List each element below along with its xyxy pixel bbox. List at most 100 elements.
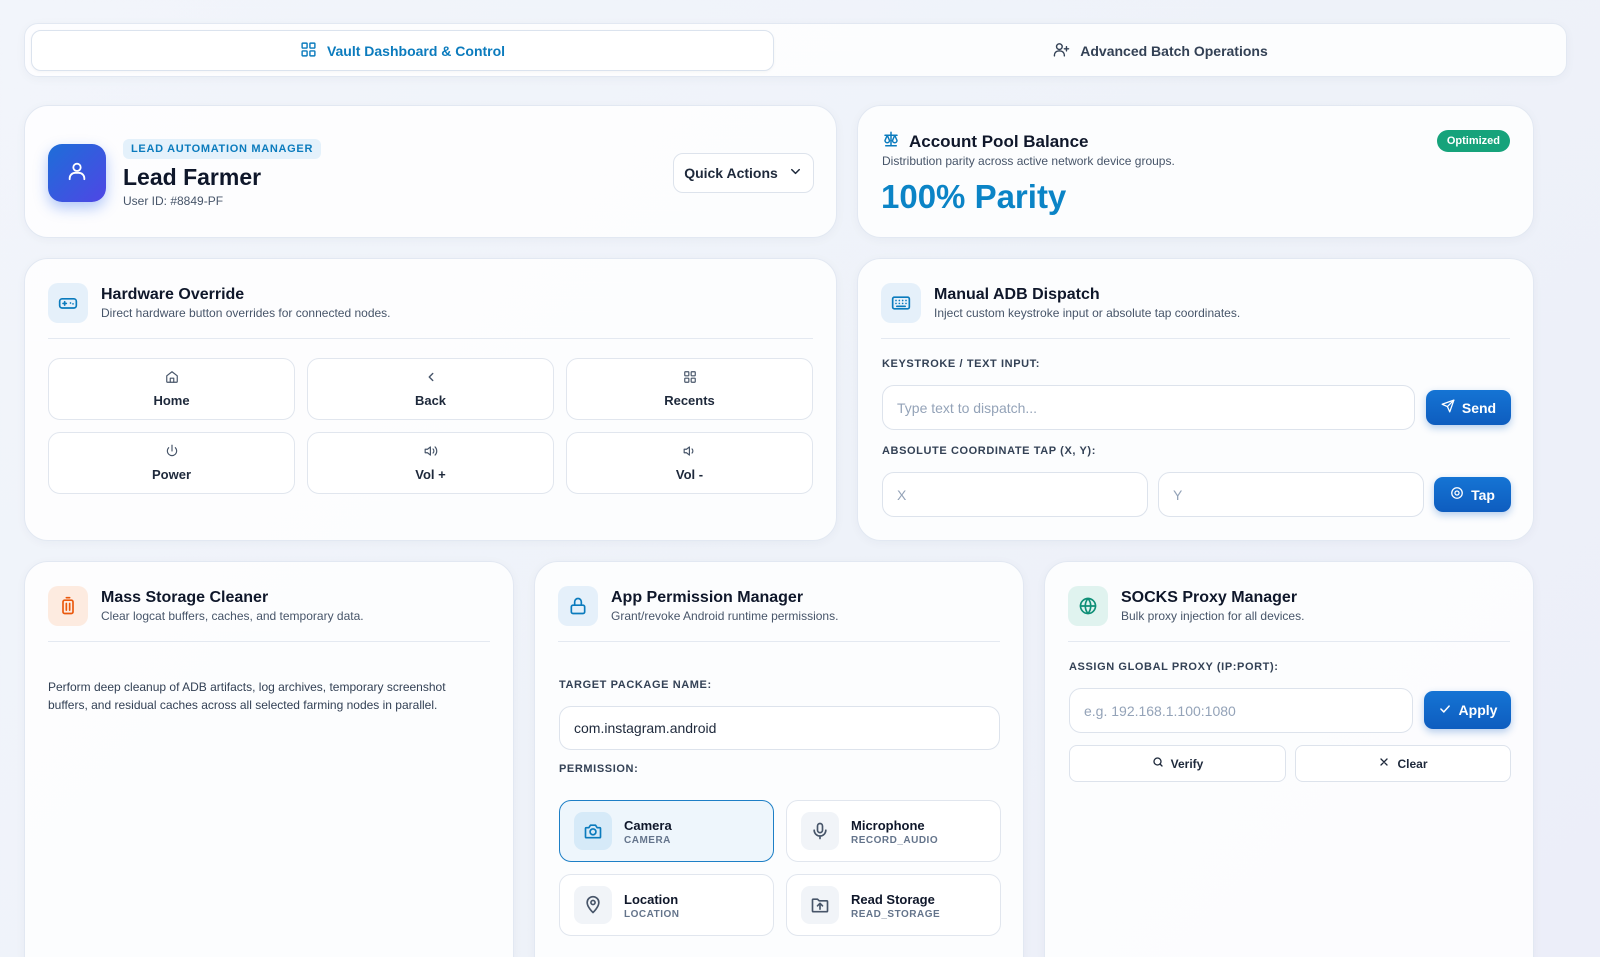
- verify-label: Verify: [1170, 756, 1204, 771]
- role-badge: LEAD AUTOMATION MANAGER: [123, 139, 322, 159]
- back-button[interactable]: Back: [307, 358, 554, 420]
- grid-icon: [300, 41, 317, 61]
- adb-dispatch-card: Manual ADB Dispatch Inject custom keystr…: [857, 258, 1534, 541]
- x-coordinate-input[interactable]: [882, 472, 1148, 517]
- balance-subtitle: Distribution parity across active networ…: [882, 154, 1175, 168]
- recents-button[interactable]: Recents: [566, 358, 813, 420]
- mass-storage-cleaner-card: Mass Storage Cleaner Clear logcat buffer…: [24, 561, 514, 957]
- permission-read-storage[interactable]: Read Storage READ_STORAGE: [786, 874, 1001, 936]
- user-icon: [66, 160, 88, 187]
- permission-name: Read Storage: [851, 892, 935, 907]
- keystroke-input[interactable]: [882, 385, 1415, 430]
- card-title: SOCKS Proxy Manager: [1121, 589, 1298, 606]
- package-name-input[interactable]: [559, 706, 1000, 750]
- permission-label: PERMISSION:: [559, 763, 639, 775]
- send-label: Send: [1461, 399, 1497, 416]
- search-icon: [1152, 756, 1164, 771]
- card-title: Manual ADB Dispatch: [934, 286, 1100, 303]
- storage-description: Perform deep cleanup of ADB artifacts, l…: [48, 680, 446, 712]
- keyboard-icon: [881, 283, 921, 323]
- volume-down-icon: [683, 444, 697, 461]
- card-subtitle: Inject custom keystroke input or absolut…: [934, 306, 1241, 320]
- user-id: User ID: #8849-PF: [123, 194, 224, 208]
- home-button[interactable]: Home: [48, 358, 295, 420]
- user-plus-icon: [1053, 41, 1070, 61]
- permission-camera[interactable]: Camera CAMERA: [559, 800, 774, 862]
- permission-code: READ_STORAGE: [851, 909, 941, 920]
- folder-upload-icon: [801, 886, 839, 924]
- microphone-icon: [801, 812, 839, 850]
- tab-vault-dashboard[interactable]: Vault Dashboard & Control: [31, 30, 774, 71]
- permission-name: Location: [624, 892, 679, 907]
- tap-button[interactable]: Tap: [1434, 477, 1511, 512]
- permission-code: CAMERA: [624, 835, 671, 846]
- proxy-input[interactable]: [1069, 688, 1413, 733]
- button-label: Home: [153, 393, 190, 408]
- quick-actions-dropdown[interactable]: Quick Actions: [673, 153, 814, 193]
- battery-trash-icon: [48, 586, 88, 626]
- chevron-left-icon: [424, 370, 438, 387]
- send-button[interactable]: Send: [1426, 390, 1511, 425]
- tap-label: Tap: [1471, 486, 1495, 503]
- tab-label: Advanced Batch Operations: [1080, 42, 1268, 59]
- avatar: [48, 144, 106, 202]
- keystroke-label: KEYSTROKE / TEXT INPUT:: [882, 358, 1041, 370]
- scale-icon: [882, 130, 900, 153]
- button-label: Back: [414, 393, 447, 408]
- permission-name: Camera: [624, 818, 672, 833]
- power-icon: [165, 444, 179, 461]
- status-badge: Optimized: [1436, 130, 1510, 152]
- y-coordinate-input[interactable]: [1158, 472, 1424, 517]
- gamepad-icon: [48, 283, 88, 323]
- tab-bar: Vault Dashboard & Control Advanced Batch…: [24, 23, 1567, 77]
- card-subtitle: Clear logcat buffers, caches, and tempor…: [101, 609, 364, 623]
- permission-location[interactable]: Location LOCATION: [559, 874, 774, 936]
- socks-proxy-manager-card: SOCKS Proxy Manager Bulk proxy injection…: [1044, 561, 1534, 957]
- button-label: Power: [151, 467, 191, 482]
- permission-code: RECORD_AUDIO: [851, 835, 939, 846]
- permission-microphone[interactable]: Microphone RECORD_AUDIO: [786, 800, 1001, 862]
- close-icon: [1378, 756, 1390, 771]
- package-label: TARGET PACKAGE NAME:: [559, 679, 712, 691]
- send-icon: [1441, 399, 1455, 416]
- verify-button[interactable]: Verify: [1069, 745, 1286, 782]
- profile-name: Lead Farmer: [123, 164, 262, 190]
- target-icon: [1450, 486, 1464, 503]
- tab-label: Vault Dashboard & Control: [326, 42, 506, 59]
- volume-up-icon: [424, 444, 438, 461]
- button-label: Vol -: [675, 467, 704, 482]
- assign-proxy-label: ASSIGN GLOBAL PROXY (IP:PORT):: [1069, 661, 1279, 673]
- card-header: Mass Storage Cleaner Clear logcat buffer…: [48, 586, 490, 642]
- power-button[interactable]: Power: [48, 432, 295, 494]
- button-label: Recents: [664, 393, 715, 408]
- card-header: SOCKS Proxy Manager Bulk proxy injection…: [1068, 586, 1510, 642]
- permission-name: Microphone: [851, 818, 925, 833]
- quick-actions-label: Quick Actions: [684, 165, 778, 181]
- card-subtitle: Grant/revoke Android runtime permissions…: [611, 609, 839, 623]
- card-title: Mass Storage Cleaner: [101, 589, 269, 606]
- globe-icon: [1068, 586, 1108, 626]
- card-subtitle: Bulk proxy injection for all devices.: [1121, 609, 1305, 623]
- tab-advanced-batch[interactable]: Advanced Batch Operations: [789, 30, 1532, 71]
- volume-up-button[interactable]: Vol +: [307, 432, 554, 494]
- chevron-down-icon: [788, 164, 803, 182]
- volume-down-button[interactable]: Vol -: [566, 432, 813, 494]
- profile-card: LEAD AUTOMATION MANAGER Lead Farmer User…: [24, 105, 837, 238]
- permission-code: LOCATION: [624, 909, 680, 920]
- app-permission-manager-card: App Permission Manager Grant/revoke Andr…: [534, 561, 1024, 957]
- hardware-override-card: Hardware Override Direct hardware button…: [24, 258, 837, 541]
- camera-icon: [574, 812, 612, 850]
- balance-title-text: Account Pool Balance: [909, 131, 1089, 151]
- lock-icon: [558, 586, 598, 626]
- card-header: Hardware Override Direct hardware button…: [48, 283, 813, 339]
- grid-icon: [683, 370, 697, 387]
- card-header: App Permission Manager Grant/revoke Andr…: [558, 586, 1000, 642]
- card-title: Hardware Override: [101, 286, 245, 303]
- button-label: Vol +: [415, 467, 446, 482]
- card-subtitle: Direct hardware button overrides for con…: [101, 306, 391, 320]
- map-pin-icon: [574, 886, 612, 924]
- apply-label: Apply: [1458, 702, 1498, 718]
- apply-button[interactable]: Apply: [1424, 691, 1511, 729]
- clear-button[interactable]: Clear: [1295, 745, 1511, 782]
- coordinate-label: ABSOLUTE COORDINATE TAP (X, Y):: [882, 445, 1096, 457]
